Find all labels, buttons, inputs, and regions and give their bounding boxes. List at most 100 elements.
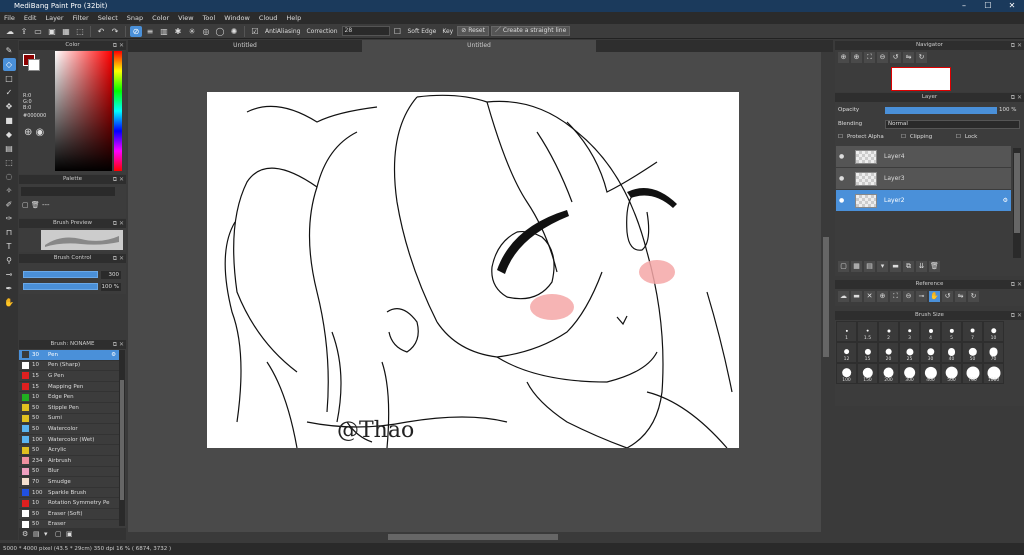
- fit-icon[interactable]: ⛶: [864, 51, 875, 63]
- canvas-vertical-scrollbar[interactable]: [821, 52, 831, 532]
- panel-close-icon[interactable]: ⧉ ✕: [1011, 280, 1022, 289]
- straight-line-button[interactable]: ／ Create a straight line: [490, 26, 571, 36]
- brush-item[interactable]: 50 Watercolor: [19, 424, 119, 435]
- correction-select[interactable]: 28: [341, 26, 390, 36]
- menu-view[interactable]: View: [178, 14, 193, 22]
- brush-opacity-slider[interactable]: [23, 283, 98, 290]
- brush-size-cell[interactable]: 30: [920, 342, 941, 363]
- brush-size-cell[interactable]: 70: [983, 342, 1004, 363]
- brush-opacity-value[interactable]: 100 %: [101, 283, 121, 291]
- visibility-icon[interactable]: ●: [839, 197, 847, 204]
- ref-open-icon[interactable]: ▬: [851, 290, 862, 302]
- brush-size-value[interactable]: 300: [101, 271, 121, 279]
- brush-menu-icon[interactable]: ▾: [44, 530, 53, 538]
- brush-item[interactable]: 100 Watercolor (Wet): [19, 435, 119, 446]
- gradient-tool-icon[interactable]: ▤: [3, 142, 16, 155]
- brush-item[interactable]: 50 Stipple Pen: [19, 403, 119, 414]
- drawing-canvas[interactable]: @Thao: [207, 92, 739, 448]
- brush-item[interactable]: 50 Sumi: [19, 414, 119, 425]
- brush-size-cell[interactable]: 4: [920, 321, 941, 342]
- magic-wand-tool-icon[interactable]: ✧: [3, 184, 16, 197]
- visibility-icon[interactable]: ●: [839, 153, 847, 160]
- brush-size-cell[interactable]: 700: [962, 363, 983, 384]
- brush-item[interactable]: 50 Acrylic: [19, 445, 119, 456]
- ref-cloud-icon[interactable]: ☁: [838, 290, 849, 302]
- menu-help[interactable]: Help: [286, 14, 301, 22]
- layer-row[interactable]: ● Layer4: [836, 146, 1011, 167]
- antialias-checkbox[interactable]: ☑: [249, 26, 261, 37]
- merge-layer-icon[interactable]: ⇊: [916, 260, 927, 272]
- ref-close-icon[interactable]: ✕: [864, 290, 875, 302]
- brush-settings-icon[interactable]: ⚙: [111, 352, 116, 358]
- dot-tool-icon[interactable]: □: [3, 72, 16, 85]
- panel-close-icon[interactable]: ⧉ ✕: [113, 41, 124, 50]
- palette-add-icon[interactable]: ⊕ ◉: [24, 127, 44, 138]
- scroll-thumb[interactable]: [1014, 153, 1020, 233]
- brush-item[interactable]: 10 Rotation Symmetry Pe: [19, 498, 119, 509]
- canvas-area[interactable]: @Thao: [128, 52, 821, 532]
- brush-size-cell[interactable]: 1: [836, 321, 857, 342]
- palette-select[interactable]: [21, 187, 115, 196]
- layer-row-selected[interactable]: ● Layer2 ⚙: [836, 190, 1011, 211]
- delete-layer-icon[interactable]: 🗑: [929, 260, 940, 272]
- menu-layer[interactable]: Layer: [45, 14, 63, 22]
- new-halftone-layer-icon[interactable]: ▦: [851, 260, 862, 272]
- close-icon[interactable]: ✕: [1000, 0, 1024, 12]
- minimize-icon[interactable]: –: [952, 0, 976, 12]
- brush-size-cell[interactable]: 5: [941, 321, 962, 342]
- protect-alpha-checkbox[interactable]: ☐: [838, 134, 843, 140]
- menu-snap[interactable]: Snap: [127, 14, 143, 22]
- brush-delete-icon[interactable]: ▣: [66, 530, 75, 538]
- new-palette-icon[interactable]: ▢: [22, 201, 29, 209]
- snap-vanish-icon[interactable]: ✱: [172, 26, 184, 37]
- panel-close-icon[interactable]: ⧉ ✕: [1011, 41, 1022, 50]
- ref-hand-icon[interactable]: ✋: [929, 290, 940, 302]
- brush-item[interactable]: 10 Edge Pen: [19, 392, 119, 403]
- brush-list-scrollbar[interactable]: [119, 350, 125, 526]
- select-eraser-tool-icon[interactable]: ✑: [3, 212, 16, 225]
- panel-close-icon[interactable]: ⧉ ✕: [1011, 93, 1022, 102]
- reset-button[interactable]: ⊘ Reset: [457, 26, 489, 36]
- ref-rotate-left-icon[interactable]: ↺: [942, 290, 953, 302]
- snap-parallel-icon[interactable]: ≡: [144, 26, 156, 37]
- panel-close-icon[interactable]: ⧉ ✕: [113, 254, 124, 263]
- shape-tool-icon[interactable]: ■: [3, 114, 16, 127]
- brush-item[interactable]: 30 Pen ⚙: [19, 350, 119, 361]
- check-tool-icon[interactable]: ✓: [3, 86, 16, 99]
- brush-size-slider[interactable]: [23, 271, 98, 278]
- brush-tool-icon[interactable]: ✎: [3, 44, 16, 57]
- layer-settings-icon[interactable]: ⚙: [1003, 197, 1008, 204]
- brush-copy-icon[interactable]: ▢: [55, 530, 64, 538]
- layer-opacity-slider[interactable]: [885, 107, 997, 114]
- menu-tool[interactable]: Tool: [203, 14, 216, 22]
- brush-size-cell[interactable]: 150: [857, 363, 878, 384]
- brush-item[interactable]: 50 Blur: [19, 467, 119, 478]
- menu-color[interactable]: Color: [152, 14, 169, 22]
- menu-select[interactable]: Select: [98, 14, 118, 22]
- snap-curve-icon[interactable]: ◯: [214, 26, 226, 37]
- divide-tool-icon[interactable]: ⊓: [3, 226, 16, 239]
- ref-fit-icon[interactable]: ⛶: [890, 290, 901, 302]
- brush-size-cell[interactable]: 400: [920, 363, 941, 384]
- brush-item[interactable]: 70 Smudge: [19, 477, 119, 488]
- brush-size-cell[interactable]: 50: [962, 342, 983, 363]
- scroll-thumb[interactable]: [388, 534, 558, 540]
- comment-icon[interactable]: ▭: [32, 26, 44, 37]
- hand-tool-icon[interactable]: ✋: [3, 296, 16, 309]
- brush-item[interactable]: 10 Pen (Sharp): [19, 361, 119, 372]
- rotate-right-icon[interactable]: ↻: [916, 51, 927, 63]
- menu-edit[interactable]: Edit: [24, 14, 37, 22]
- flip-icon[interactable]: ⇋: [903, 51, 914, 63]
- hue-slider[interactable]: [114, 51, 122, 171]
- grid-icon[interactable]: ▦: [60, 26, 72, 37]
- delete-palette-icon[interactable]: 🗑: [31, 201, 40, 209]
- clipping-checkbox[interactable]: ☐: [901, 134, 906, 140]
- brush-size-cell[interactable]: 1.5: [857, 321, 878, 342]
- brush-size-cell[interactable]: 3: [899, 321, 920, 342]
- saturation-value-picker[interactable]: [55, 51, 112, 171]
- brush-item[interactable]: 15 Mapping Pen: [19, 382, 119, 393]
- zoom-in-icon[interactable]: ⊕: [838, 51, 849, 63]
- brush-size-cell[interactable]: 500: [941, 363, 962, 384]
- menu-cloud[interactable]: Cloud: [259, 14, 278, 22]
- ref-zoom-in-icon[interactable]: ⊕: [877, 290, 888, 302]
